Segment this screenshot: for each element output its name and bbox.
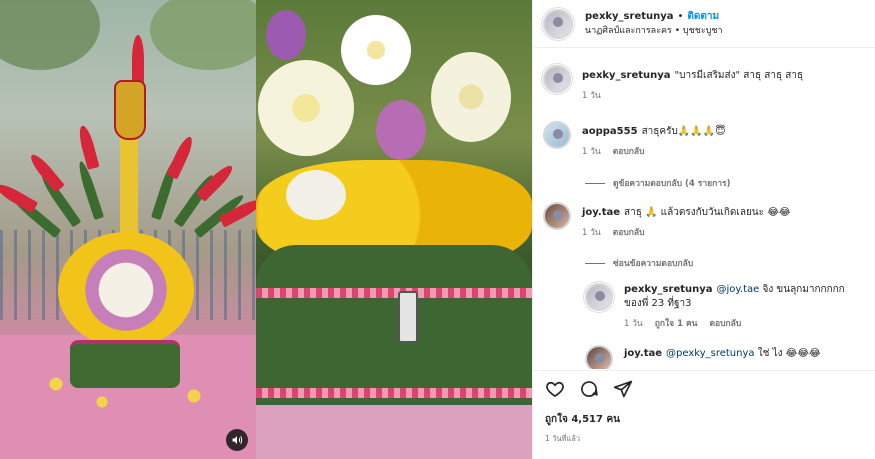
action-bar	[545, 379, 633, 399]
caption-time[interactable]: 1 วัน	[582, 89, 601, 103]
post-timestamp[interactable]: 1 วันที่แล้ว	[545, 433, 580, 445]
caption-text: "บารมีเสริมส่ง" สาธุ สาธุ สาธุ	[674, 70, 804, 81]
comment-text: สาธุ 🙏 แล้วตรงกับวันเกิดเลยนะ 😂😂	[624, 207, 791, 218]
photo-right-closeup	[256, 0, 532, 459]
author-username[interactable]: pexky_sretunya	[585, 10, 674, 24]
view-replies-button[interactable]: ดูข้อความตอบกลับ (4 รายการ)	[585, 176, 730, 190]
avatar[interactable]	[585, 345, 613, 369]
comment-time[interactable]: 1 วัน	[582, 226, 601, 240]
avatar[interactable]	[543, 121, 571, 149]
reply-mention[interactable]: @pexky_sretunya	[666, 348, 755, 359]
speaker-icon	[232, 436, 243, 444]
comment-icon[interactable]	[579, 379, 599, 399]
hide-replies-button[interactable]: ซ่อนข้อความตอบกลับ	[585, 256, 693, 270]
photo-left-naga-offering	[0, 0, 256, 459]
reply-row: joy.tae @pexky_sretunya ใช่ ไง 😂😂😂	[585, 345, 821, 369]
comment-time[interactable]: 1 วัน	[582, 145, 601, 159]
reply-button[interactable]: ตอบกลับ	[709, 317, 741, 331]
reply-row: pexky_sretunya @joy.tae จิง ขนลุกมากกกกก …	[585, 283, 864, 331]
heart-icon[interactable]	[545, 379, 565, 399]
sound-toggle-button[interactable]	[226, 429, 248, 451]
reply-username[interactable]: pexky_sretunya	[624, 284, 713, 295]
caption-username[interactable]: pexky_sretunya	[582, 70, 671, 81]
comment-username[interactable]: joy.tae	[582, 207, 620, 218]
post-media[interactable]	[0, 0, 532, 459]
likes-count[interactable]: ถูกใจ 4,517 คน	[545, 412, 620, 427]
comment-row: joy.tae สาธุ 🙏 แล้วตรงกับวันเกิดเลยนะ 😂😂 …	[543, 202, 791, 240]
follow-button[interactable]: ติดตาม	[687, 10, 719, 24]
post-header: pexky_sretunya • ติดตาม นาฏศิลป์และการละ…	[533, 0, 875, 48]
avatar[interactable]	[585, 283, 613, 311]
avatar[interactable]	[543, 8, 573, 39]
comment-username[interactable]: aoppa555	[582, 126, 638, 137]
post-details-panel: pexky_sretunya • ติดตาม นาฏศิลป์และการละ…	[532, 0, 875, 459]
reply-time[interactable]: 1 วัน	[624, 317, 643, 331]
divider	[533, 370, 875, 371]
comment-row: aoppa555 สาธุครับ🙏🙏🙏😇 1 วัน ตอบกลับ	[543, 121, 726, 159]
reply-button[interactable]: ตอบกลับ	[613, 145, 645, 159]
avatar[interactable]	[543, 65, 571, 93]
separator-dot: •	[677, 10, 684, 22]
comments-list[interactable]: pexky_sretunya "บารมีเสริมส่ง" สาธุ สาธุ …	[533, 57, 875, 369]
share-icon[interactable]	[613, 379, 633, 399]
comment-text: สาธุครับ🙏🙏🙏😇	[641, 126, 726, 137]
reply-text: ใช่ ไง 😂😂😂	[757, 348, 821, 359]
avatar[interactable]	[543, 202, 571, 230]
reply-likes[interactable]: ถูกใจ 1 คน	[655, 317, 698, 331]
reply-button[interactable]: ตอบกลับ	[613, 226, 645, 240]
price-tag	[398, 291, 418, 343]
reply-username[interactable]: joy.tae	[624, 348, 662, 359]
instagram-post-view: pexky_sretunya • ติดตาม นาฏศิลป์และการละ…	[0, 0, 875, 459]
reply-mention[interactable]: @joy.tae	[717, 284, 760, 295]
post-subtitle: นาฏศิลป์และการละคร • บุชชะบูชา	[585, 25, 723, 36]
caption-row: pexky_sretunya "บารมีเสริมส่ง" สาธุ สาธุ …	[543, 65, 803, 103]
